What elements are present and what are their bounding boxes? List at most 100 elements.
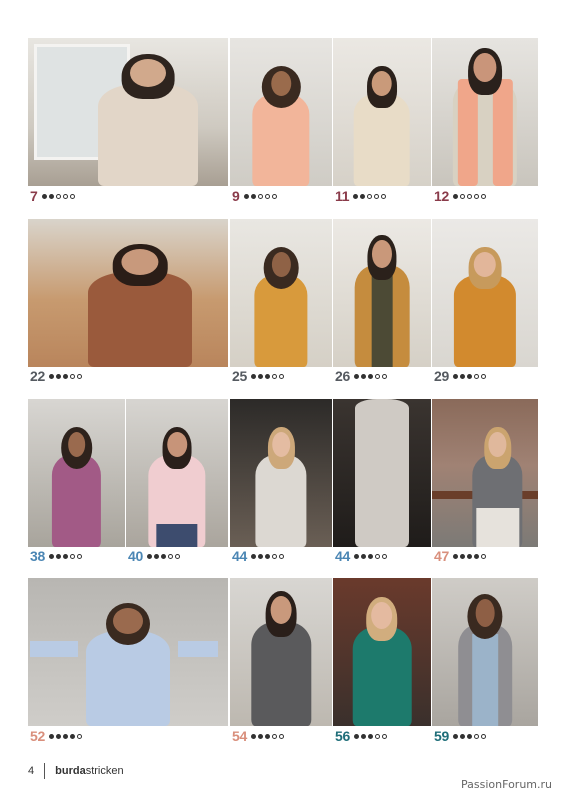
photo-44b [333,399,431,547]
item-caption[interactable]: 22 [30,368,82,384]
item-number: 22 [30,368,45,384]
difficulty-dot-icon [153,553,159,559]
difficulty-dot-icon [264,193,270,199]
item-caption[interactable]: 44 [232,548,284,564]
item-caption[interactable]: 12 [434,188,486,204]
difficulty-dot-icon [381,553,387,559]
brand-logo: burdastricken [55,765,123,777]
difficulty-dots [48,733,82,739]
photo-9 [230,38,332,186]
difficulty-dot-icon [466,553,472,559]
difficulty-dot-icon [360,373,366,379]
difficulty-dot-icon [62,553,68,559]
item-number: 12 [434,188,449,204]
item-caption[interactable]: 7 [30,188,75,204]
item-caption[interactable]: 26 [335,368,387,384]
difficulty-dot-icon [480,553,486,559]
item-number: 44 [232,548,247,564]
item-caption[interactable]: 59 [434,728,486,744]
difficulty-dots [41,193,75,199]
difficulty-dot-icon [243,193,249,199]
difficulty-dot-icon [174,553,180,559]
difficulty-dot-icon [55,553,61,559]
item-caption[interactable]: 52 [30,728,82,744]
difficulty-dot-icon [353,733,359,739]
difficulty-dot-icon [257,553,263,559]
difficulty-dot-icon [360,733,366,739]
item-caption[interactable]: 56 [335,728,387,744]
difficulty-dot-icon [69,553,75,559]
difficulty-dots [250,553,284,559]
item-number: 59 [434,728,449,744]
difficulty-dots [452,733,486,739]
difficulty-dot-icon [271,373,277,379]
difficulty-dot-icon [473,733,479,739]
difficulty-dots [48,553,82,559]
difficulty-dot-icon [76,553,82,559]
item-number: 38 [30,548,45,564]
difficulty-dot-icon [374,733,380,739]
difficulty-dot-icon [48,373,54,379]
item-number: 54 [232,728,247,744]
item-caption[interactable]: 44 [335,548,387,564]
photo-11 [333,38,431,186]
photo-54 [230,578,332,726]
difficulty-dot-icon [167,553,173,559]
difficulty-dot-icon [360,193,366,199]
difficulty-dot-icon [250,553,256,559]
difficulty-dot-icon [41,193,47,199]
difficulty-dot-icon [374,193,380,199]
difficulty-dot-icon [271,193,277,199]
difficulty-dot-icon [278,373,284,379]
difficulty-dot-icon [473,553,479,559]
item-caption[interactable]: 40 [128,548,180,564]
difficulty-dots [243,193,277,199]
difficulty-dots [353,193,387,199]
difficulty-dots [146,553,180,559]
difficulty-dot-icon [473,193,479,199]
difficulty-dot-icon [271,733,277,739]
difficulty-dot-icon [353,373,359,379]
difficulty-dots [353,553,387,559]
difficulty-dot-icon [459,193,465,199]
item-caption[interactable]: 29 [434,368,486,384]
difficulty-dot-icon [62,373,68,379]
brand-bold: burda [55,765,86,777]
difficulty-dot-icon [452,193,458,199]
item-caption[interactable]: 54 [232,728,284,744]
difficulty-dot-icon [360,553,366,559]
difficulty-dot-icon [459,553,465,559]
item-number: 47 [434,548,449,564]
difficulty-dots [452,373,486,379]
difficulty-dot-icon [55,733,61,739]
item-number: 11 [335,188,350,204]
item-caption[interactable]: 11 [335,188,387,204]
difficulty-dot-icon [374,373,380,379]
item-number: 56 [335,728,350,744]
photo-44a [230,399,332,547]
difficulty-dots [250,733,284,739]
difficulty-dots [250,373,284,379]
difficulty-dot-icon [480,733,486,739]
difficulty-dot-icon [367,733,373,739]
item-number: 29 [434,368,449,384]
difficulty-dot-icon [278,553,284,559]
difficulty-dot-icon [367,193,373,199]
item-caption[interactable]: 9 [232,188,277,204]
photo-12 [432,38,538,186]
item-caption[interactable]: 38 [30,548,82,564]
difficulty-dot-icon [76,373,82,379]
item-caption[interactable]: 25 [232,368,284,384]
difficulty-dot-icon [55,193,61,199]
photo-52 [28,578,228,726]
photo-29 [432,219,538,367]
page-footer: 4 burdastricken [28,763,124,779]
difficulty-dot-icon [381,193,387,199]
difficulty-dot-icon [459,733,465,739]
item-caption[interactable]: 47 [434,548,486,564]
photo-25 [230,219,332,367]
difficulty-dot-icon [452,373,458,379]
difficulty-dot-icon [381,373,387,379]
difficulty-dot-icon [459,373,465,379]
difficulty-dot-icon [480,193,486,199]
